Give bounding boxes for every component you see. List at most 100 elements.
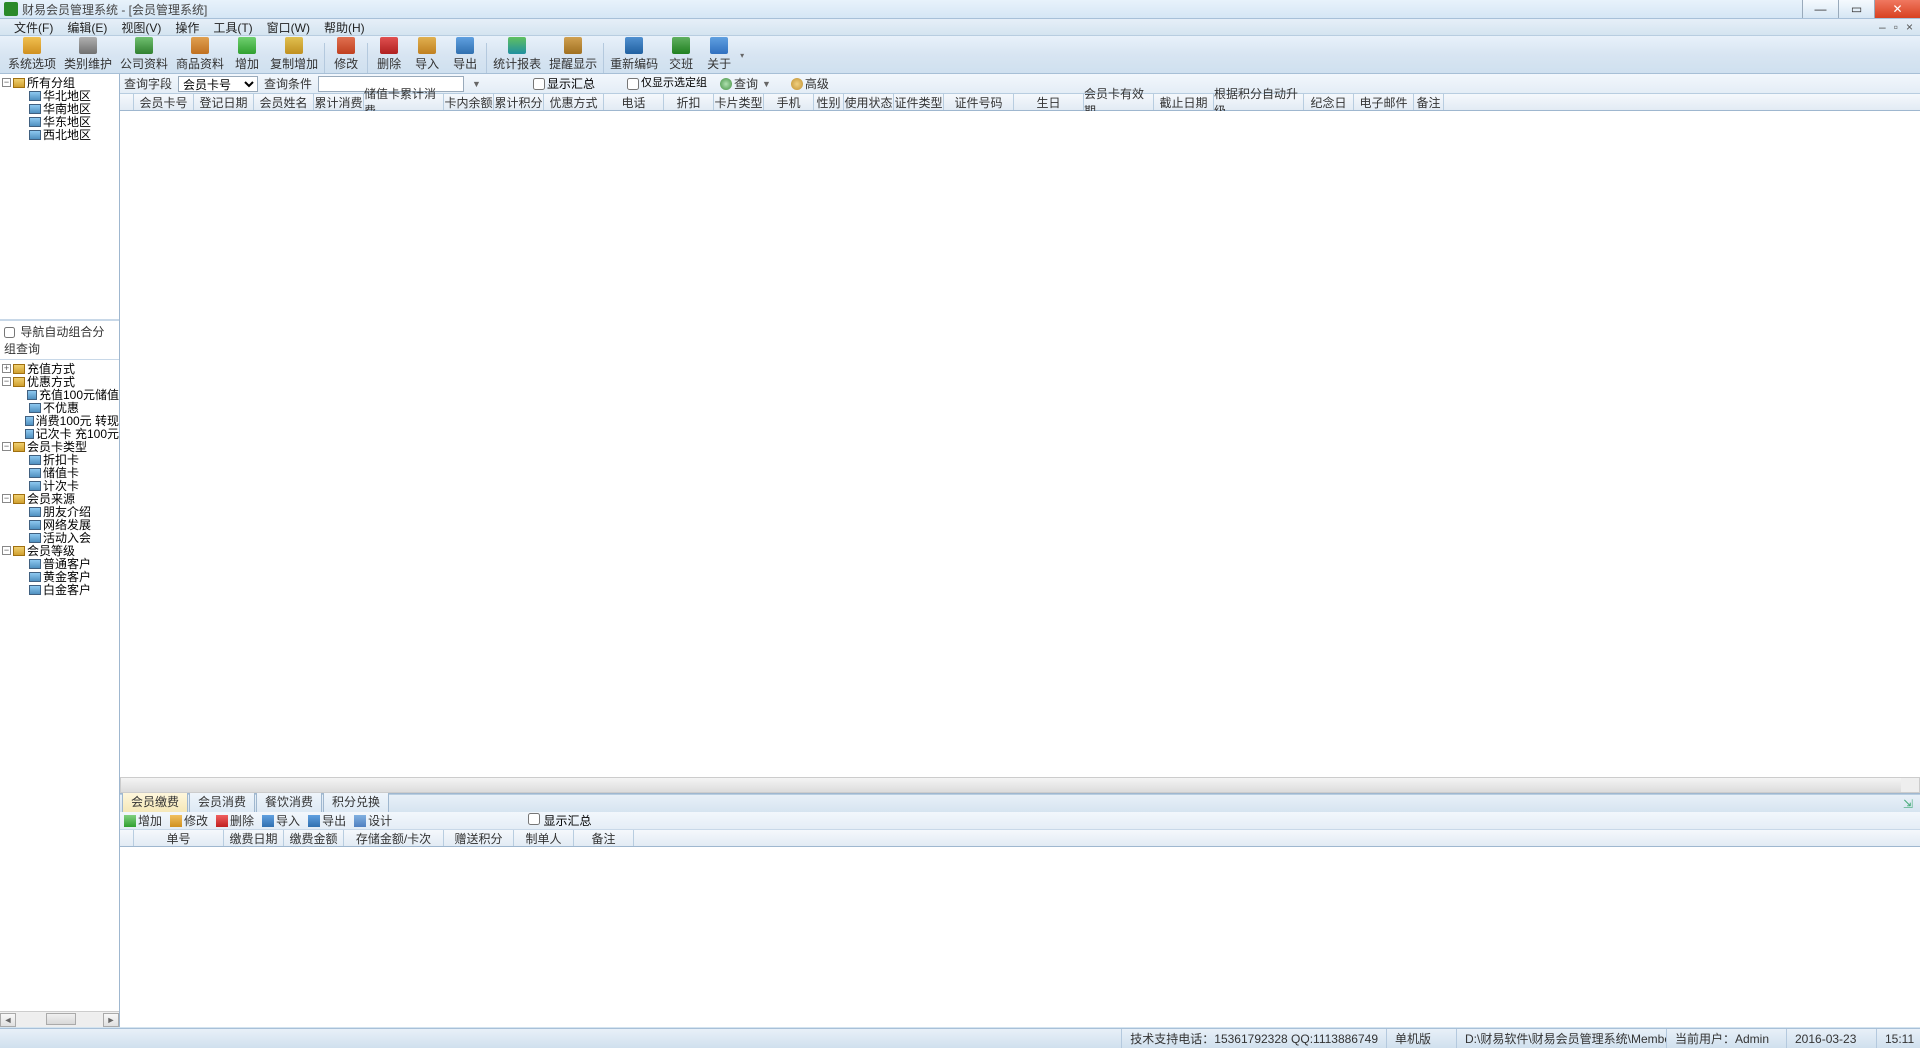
col-使用状态[interactable]: 使用状态 — [844, 94, 894, 110]
col-手机[interactable]: 手机 — [764, 94, 814, 110]
mdi-restore-button[interactable]: ▫ — [1891, 20, 1901, 34]
expand-icon[interactable]: ⇲ — [1900, 796, 1916, 812]
col-会员姓名[interactable]: 会员姓名 — [254, 94, 314, 110]
item-白金客户[interactable]: 白金客户 — [43, 581, 91, 598]
grid-scroll-thumb[interactable] — [121, 778, 1901, 792]
detail-修改-button[interactable]: 修改 — [170, 812, 208, 829]
tab-餐饮消费[interactable]: 餐饮消费 — [256, 790, 322, 812]
menu-视图v[interactable]: 视图(V) — [115, 18, 167, 37]
detail-show-summary-checkbox[interactable]: 显示汇总 — [528, 812, 591, 829]
col-卡片类型[interactable]: 卡片类型 — [714, 94, 764, 110]
main-grid-body[interactable] — [120, 111, 1920, 777]
nav-group-checkbox[interactable] — [4, 327, 15, 338]
detail-导出-button[interactable]: 导出 — [308, 812, 346, 829]
folder-icon — [13, 442, 25, 452]
col-证件号码[interactable]: 证件号码 — [944, 94, 1014, 110]
category-tree[interactable]: +充值方式−优惠方式充值100元储值不优惠消费100元 转现记次卡 充100元−… — [0, 360, 119, 1011]
col-电子邮件[interactable]: 电子邮件 — [1354, 94, 1414, 110]
menu-窗口w[interactable]: 窗口(W) — [261, 18, 316, 37]
mdi-close-button[interactable]: × — [1903, 20, 1916, 34]
col-累计消费[interactable]: 累计消费 — [314, 94, 364, 110]
detail-导入-button[interactable]: 导入 — [262, 812, 300, 829]
tab-会员缴费[interactable]: 会员缴费 — [122, 790, 188, 812]
toolbar-overflow-icon[interactable]: ▾ — [738, 37, 746, 73]
detail-grid-body[interactable] — [120, 847, 1920, 1027]
toggle-icon[interactable]: + — [2, 364, 11, 373]
sidebar-hscroll[interactable]: ◄ ► — [0, 1011, 119, 1027]
mdi-minimize-button[interactable]: – — [1876, 20, 1889, 34]
scroll-track[interactable] — [16, 1013, 103, 1027]
toolbar-重新编码[interactable]: 重新编码 — [606, 37, 662, 73]
row-selector-header[interactable] — [120, 94, 134, 110]
tab-会员消费[interactable]: 会员消费 — [189, 790, 255, 812]
toggle-icon[interactable]: − — [2, 494, 11, 503]
col-纪念日[interactable]: 纪念日 — [1304, 94, 1354, 110]
col-累计积分[interactable]: 累计积分 — [494, 94, 544, 110]
toolbar-交班[interactable]: 交班 — [662, 37, 700, 73]
toolbar-统计报表[interactable]: 统计报表 — [489, 37, 545, 73]
query-button[interactable]: 查询▼ — [713, 75, 778, 92]
toolbar-系统选项[interactable]: 系统选项 — [4, 37, 60, 73]
minimize-button[interactable]: — — [1802, 0, 1838, 18]
toolbar-公司资料[interactable]: 公司资料 — [116, 37, 172, 73]
toolbar-导入[interactable]: 导入 — [408, 37, 446, 73]
search-field-select[interactable]: 会员卡号 — [178, 76, 258, 92]
col-登记日期[interactable]: 登记日期 — [194, 94, 254, 110]
toolbar-导出[interactable]: 导出 — [446, 37, 484, 73]
main-grid-hscroll[interactable] — [120, 777, 1920, 793]
advanced-button[interactable]: 高级 — [784, 75, 836, 92]
col-性别[interactable]: 性别 — [814, 94, 844, 110]
detail-col-赠送积分[interactable]: 赠送积分 — [444, 830, 514, 846]
show-summary-checkbox[interactable]: 显示汇总 — [533, 75, 595, 92]
close-button[interactable]: ✕ — [1874, 0, 1920, 18]
col-根据积分自动升级[interactable]: 根据积分自动升级 — [1214, 94, 1304, 110]
toggle-icon[interactable]: − — [2, 442, 11, 451]
toggle-icon[interactable]: − — [2, 546, 11, 555]
menu-帮助h[interactable]: 帮助(H) — [318, 18, 371, 37]
menu-编辑e[interactable]: 编辑(E) — [61, 18, 113, 37]
collapse-icon[interactable]: − — [2, 78, 11, 87]
detail-row-selector[interactable] — [120, 830, 134, 846]
tree-node-西北地区[interactable]: 西北地区 — [43, 126, 91, 143]
detail-设计-button[interactable]: 设计 — [354, 812, 392, 829]
scroll-thumb[interactable] — [46, 1013, 76, 1025]
tab-积分兑换[interactable]: 积分兑换 — [323, 790, 389, 812]
detail-col-备注[interactable]: 备注 — [574, 830, 634, 846]
col-储值卡累计消费[interactable]: 储值卡累计消费 — [364, 94, 444, 110]
only-selected-checkbox[interactable]: 仅显示选定组 — [627, 78, 707, 90]
col-会员卡有效期[interactable]: 会员卡有效期 — [1084, 94, 1154, 110]
detail-col-缴费金额[interactable]: 缴费金额 — [284, 830, 344, 846]
col-截止日期[interactable]: 截止日期 — [1154, 94, 1214, 110]
col-优惠方式[interactable]: 优惠方式 — [544, 94, 604, 110]
menu-文件f[interactable]: 文件(F) — [8, 18, 59, 37]
menu-工具t[interactable]: 工具(T) — [207, 18, 258, 37]
detail-col-单号[interactable]: 单号 — [134, 830, 224, 846]
toolbar-复制增加[interactable]: 复制增加 — [266, 37, 322, 73]
detail-col-存储金额/卡次[interactable]: 存储金额/卡次 — [344, 830, 444, 846]
toolbar-商品资料[interactable]: 商品资料 — [172, 37, 228, 73]
scroll-right-button[interactable]: ► — [103, 1013, 119, 1027]
menu-操作[interactable]: 操作 — [169, 18, 205, 37]
toolbar-删除[interactable]: 删除 — [370, 37, 408, 73]
col-卡内余额[interactable]: 卡内余额 — [444, 94, 494, 110]
maximize-button[interactable]: ▭ — [1838, 0, 1874, 18]
col-会员卡号[interactable]: 会员卡号 — [134, 94, 194, 110]
detail-增加-button[interactable]: 增加 — [124, 812, 162, 829]
cond-dropdown-icon[interactable]: ▼ — [472, 79, 481, 89]
toolbar-增加[interactable]: 增加 — [228, 37, 266, 73]
scroll-left-button[interactable]: ◄ — [0, 1013, 16, 1027]
toolbar-类别维护[interactable]: 类别维护 — [60, 37, 116, 73]
region-tree[interactable]: −所有分组华北地区华南地区华东地区西北地区 — [0, 74, 119, 320]
col-电话[interactable]: 电话 — [604, 94, 664, 110]
col-折扣[interactable]: 折扣 — [664, 94, 714, 110]
col-证件类型[interactable]: 证件类型 — [894, 94, 944, 110]
toolbar-提醒显示[interactable]: 提醒显示 — [545, 37, 601, 73]
col-生日[interactable]: 生日 — [1014, 94, 1084, 110]
detail-删除-button[interactable]: 删除 — [216, 812, 254, 829]
detail-col-缴费日期[interactable]: 缴费日期 — [224, 830, 284, 846]
toggle-icon[interactable]: − — [2, 377, 11, 386]
toolbar-关于[interactable]: 关于 — [700, 37, 738, 73]
col-备注[interactable]: 备注 — [1414, 94, 1444, 110]
detail-col-制单人[interactable]: 制单人 — [514, 830, 574, 846]
toolbar-修改[interactable]: 修改 — [327, 37, 365, 73]
